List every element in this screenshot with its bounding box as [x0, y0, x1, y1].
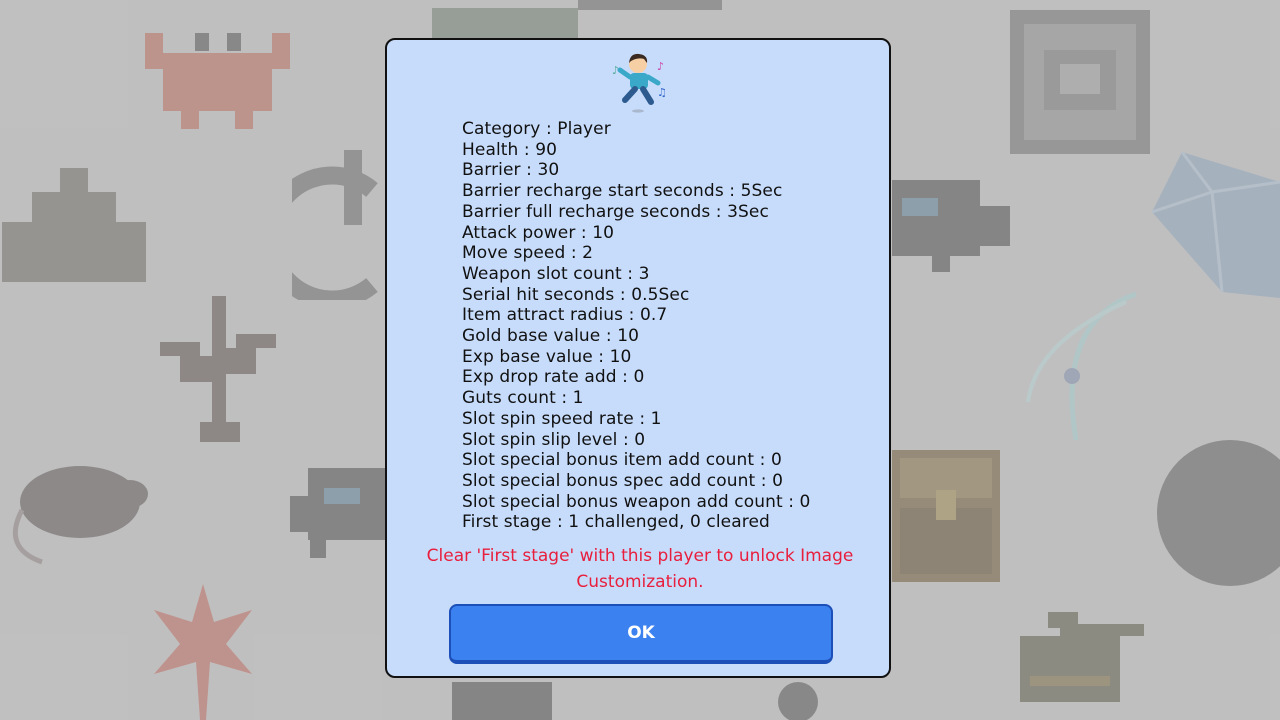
- stat-gold-base-value: Gold base value : 10: [462, 326, 640, 347]
- svg-text:♫: ♫: [657, 86, 667, 99]
- stat-guts-count: Guts count : 1: [462, 388, 584, 409]
- svg-text:♪: ♪: [657, 60, 664, 73]
- stat-exp-drop-rate-add: Exp drop rate add : 0: [462, 367, 645, 388]
- stat-slot-bonus-spec: Slot special bonus spec add count : 0: [462, 470, 783, 491]
- stat-slot-spin-speed-rate: Slot spin speed rate : 1: [462, 408, 662, 429]
- stat-first-stage: First stage : 1 challenged, 0 cleared: [462, 512, 770, 533]
- stat-slot-bonus-weapon: Slot special bonus weapon add count : 0: [462, 491, 811, 512]
- stat-barrier-recharge-start: Barrier recharge start seconds : 5Sec: [462, 181, 783, 202]
- dancing-player-icon: ♪ ♪ ♫: [612, 53, 667, 113]
- stat-slot-bonus-item: Slot special bonus item add count : 0: [462, 450, 782, 471]
- stat-item-attract-radius: Item attract radius : 0.7: [462, 305, 668, 326]
- stat-health: Health : 90: [462, 139, 558, 160]
- ok-button-label: OK: [627, 623, 655, 643]
- unlock-warning-message: Clear 'First stage' with this player to …: [397, 543, 883, 595]
- player-info-dialog: ♪ ♪ ♫ Category : Player Health : 90 Barr…: [385, 38, 891, 678]
- ok-button[interactable]: OK: [449, 604, 833, 664]
- stat-exp-base-value: Exp base value : 10: [462, 346, 632, 367]
- stat-barrier-full-recharge: Barrier full recharge seconds : 3Sec: [462, 201, 769, 222]
- player-stats-list: Category : Player Health : 90 Barrier : …: [462, 119, 882, 533]
- stat-barrier: Barrier : 30: [462, 160, 560, 181]
- stat-category: Category : Player: [462, 119, 611, 139]
- stat-attack-power: Attack power : 10: [462, 222, 615, 243]
- unlock-message-line: Customization.: [576, 572, 704, 592]
- stat-serial-hit-seconds: Serial hit seconds : 0.5Sec: [462, 284, 690, 305]
- stat-weapon-slot-count: Weapon slot count : 3: [462, 263, 650, 284]
- stat-slot-spin-slip-level: Slot spin slip level : 0: [462, 429, 646, 450]
- unlock-message-line: Clear 'First stage' with this player to …: [426, 546, 854, 566]
- stat-move-speed: Move speed : 2: [462, 243, 594, 264]
